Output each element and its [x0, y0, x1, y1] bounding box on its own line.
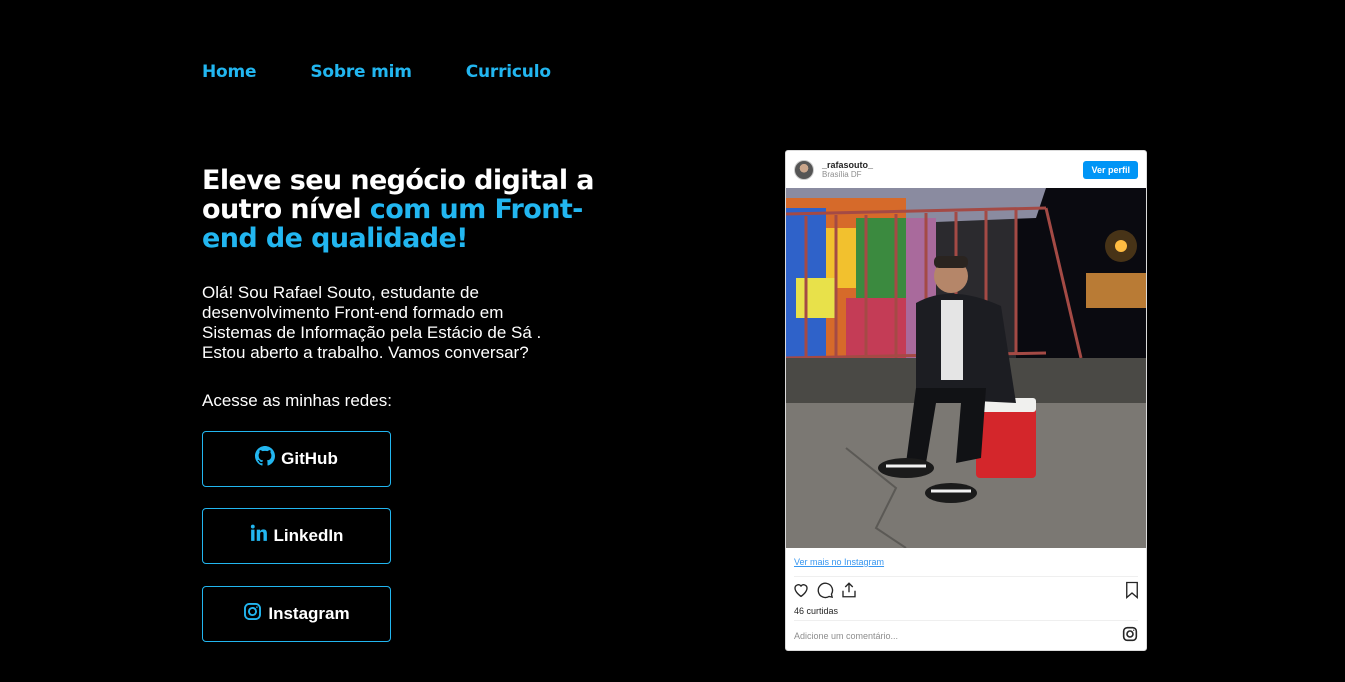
- github-label: GitHub: [281, 449, 338, 468]
- divider: [794, 576, 1138, 577]
- card-header: _rafasouto_ Brasília DF Ver perfil: [786, 151, 1146, 188]
- linkedin-icon: [250, 524, 268, 542]
- post-actions: [792, 581, 1140, 604]
- nav-curriculo[interactable]: Curriculo: [466, 62, 551, 82]
- user-info: _rafasouto_ Brasília DF: [822, 160, 873, 179]
- bookmark-icon[interactable]: [1124, 581, 1140, 604]
- instagram-logo-icon[interactable]: [1122, 626, 1138, 647]
- comment-input[interactable]: Adicione um comentário...: [794, 631, 898, 641]
- comment-row: Adicione um comentário...: [794, 625, 1138, 647]
- hero-headline: Eleve seu negócio digital a outro nível …: [202, 166, 622, 253]
- divider: [794, 620, 1138, 621]
- share-icon[interactable]: [840, 581, 858, 604]
- view-profile-button[interactable]: Ver perfil: [1083, 160, 1138, 179]
- username[interactable]: _rafasouto_: [822, 160, 873, 170]
- comment-icon[interactable]: [816, 581, 834, 604]
- nav-sobre-mim[interactable]: Sobre mim: [310, 62, 412, 82]
- instagram-button[interactable]: Instagram: [202, 586, 391, 642]
- location: Brasília DF: [822, 170, 862, 179]
- github-button[interactable]: GitHub: [202, 431, 391, 487]
- likes-count: 46 curtidas: [794, 606, 839, 616]
- view-more-instagram-link[interactable]: Ver mais no Instagram: [794, 557, 884, 567]
- top-nav: Home Sobre mim Curriculo: [202, 62, 551, 82]
- nav-home[interactable]: Home: [202, 62, 257, 82]
- github-icon: [255, 446, 276, 466]
- instagram-icon: [243, 602, 262, 621]
- hero-intro: Olá! Sou Rafael Souto, estudante de dese…: [202, 283, 542, 362]
- post-photo[interactable]: [786, 188, 1146, 548]
- linkedin-button[interactable]: LinkedIn: [202, 508, 391, 564]
- networks-label: Acesse as minhas redes:: [202, 391, 392, 410]
- hero-section: Eleve seu negócio digital a outro nível …: [202, 166, 622, 411]
- heart-icon[interactable]: [792, 581, 810, 604]
- linkedin-label: LinkedIn: [273, 526, 344, 545]
- instagram-label: Instagram: [268, 604, 350, 623]
- avatar[interactable]: [794, 159, 814, 180]
- instagram-embed-card: _rafasouto_ Brasília DF Ver perfil Ver m…: [785, 150, 1147, 651]
